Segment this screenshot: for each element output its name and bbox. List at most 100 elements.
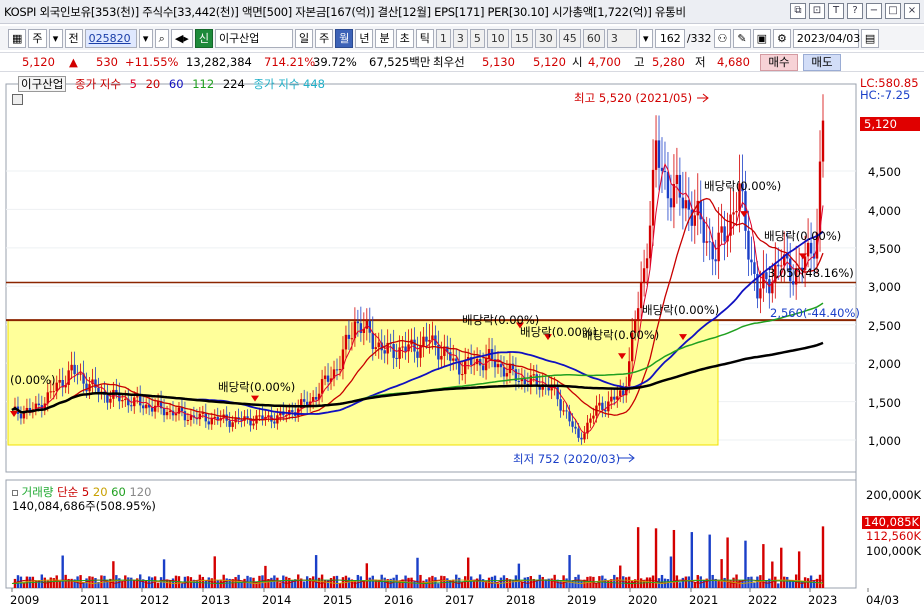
speaker-icon[interactable]: ◀▸: [170, 28, 193, 48]
period-minute[interactable]: 분: [375, 28, 394, 48]
price-change: 530: [96, 55, 118, 69]
volume-bar: [783, 576, 786, 588]
candle: [404, 346, 407, 352]
grid-icon[interactable]: ▦: [8, 28, 27, 48]
volume-bar: [285, 576, 288, 588]
collapse-icon[interactable]: [12, 490, 18, 496]
candle: [732, 212, 735, 215]
stock-info-text: KOSPI 외국인보유[353(천)] 주식수[33,442(천)] 액면[50…: [4, 4, 686, 19]
period-month[interactable]: 월: [335, 28, 354, 48]
volume-bar: [180, 583, 184, 588]
period-day[interactable]: 일: [294, 28, 314, 48]
volume-bar: [112, 561, 115, 588]
gear-icon[interactable]: ⚙: [773, 28, 791, 48]
x-tick-label: 2013: [201, 593, 231, 607]
interval-select[interactable]: 3: [606, 28, 637, 48]
search-icon[interactable]: ⌕: [154, 28, 169, 48]
volume-bar: [156, 582, 160, 588]
candle: [231, 422, 234, 427]
period-tick[interactable]: 틱: [415, 28, 434, 48]
volume-bar: [786, 576, 789, 588]
draw-icon[interactable]: ✎: [733, 28, 751, 48]
interval-3[interactable]: 3: [452, 28, 468, 48]
sell-button[interactable]: 매도: [803, 54, 841, 71]
volume-bar: [502, 575, 506, 588]
volume-bar: [690, 532, 694, 588]
hc-label: HC:-7.25: [860, 88, 911, 102]
calendar-icon[interactable]: ▤: [860, 28, 880, 48]
chevron-down-icon[interactable]: ▾: [138, 28, 153, 48]
candle: [598, 402, 601, 406]
buy-button[interactable]: 매수: [760, 54, 798, 71]
volume-bar: [669, 556, 673, 588]
help-icon[interactable]: ?: [847, 3, 863, 19]
interval-1[interactable]: 1: [435, 28, 451, 48]
price-chart-svg[interactable]: [0, 74, 924, 611]
volume-bar: [777, 583, 780, 588]
interval-10[interactable]: 10: [486, 28, 509, 48]
interval-60[interactable]: 60: [582, 28, 605, 48]
volume-ma-120: 120: [129, 485, 152, 499]
close-icon[interactable]: ×: [904, 3, 920, 19]
volume-bar: [538, 574, 541, 588]
period-week[interactable]: 주: [315, 28, 334, 48]
candle: [484, 358, 488, 371]
candle: [416, 351, 419, 358]
candle: [702, 219, 705, 243]
candle: [821, 120, 825, 162]
quote-bar: 5,120 ▲ 530 +11.55% 13,282,384 714.21% 3…: [0, 52, 924, 72]
candle: [452, 358, 455, 361]
table-icon[interactable]: [12, 94, 23, 105]
volume-bar: [771, 561, 774, 588]
volume-bar: [535, 581, 538, 588]
candle: [499, 364, 503, 368]
volume-ma-5: 5: [81, 485, 90, 499]
candle: [720, 226, 723, 233]
interval-30[interactable]: 30: [534, 28, 557, 48]
copy-icon[interactable]: ⧉: [790, 3, 806, 19]
interval-45[interactable]: 45: [558, 28, 581, 48]
pin-icon[interactable]: ⊡: [809, 3, 825, 19]
stock-label[interactable]: 이구산업: [18, 76, 67, 92]
candle: [714, 259, 717, 262]
volume-bar: [735, 574, 738, 588]
volume-bar: [818, 574, 822, 588]
t-icon[interactable]: T: [828, 3, 844, 19]
prev-button[interactable]: 전: [64, 28, 83, 48]
save-icon[interactable]: ▣: [752, 28, 772, 48]
volume-bar: [302, 581, 306, 588]
binoculars-icon[interactable]: ⚇: [713, 28, 732, 48]
count-input[interactable]: 162: [654, 28, 685, 48]
chevron-down-icon[interactable]: ▾: [638, 28, 653, 48]
ask-price: 5,130: [482, 55, 515, 69]
candle: [124, 398, 127, 401]
volume-bar: [279, 582, 282, 588]
stock-code-input[interactable]: 025820: [84, 28, 137, 48]
interval-15[interactable]: 15: [510, 28, 533, 48]
volume-bar: [282, 575, 285, 588]
chevron-down-icon[interactable]: ▾: [48, 28, 63, 48]
candle: [401, 346, 404, 348]
period-year[interactable]: 년: [355, 28, 374, 48]
candle: [654, 140, 658, 170]
candle: [52, 391, 55, 393]
date-input[interactable]: 2023/04/03: [792, 28, 860, 48]
candle: [189, 415, 193, 420]
interval-5[interactable]: 5: [469, 28, 485, 48]
minimize-icon[interactable]: −: [866, 3, 882, 19]
volume-bar: [40, 574, 44, 588]
candle: [228, 420, 231, 427]
candle: [657, 140, 661, 168]
period-second[interactable]: 초: [395, 28, 414, 48]
stock-name-field[interactable]: 이구산업: [214, 28, 293, 48]
volume-current-tag: 140,085K: [862, 515, 920, 529]
candle: [371, 332, 374, 350]
current-price: 5,120: [22, 55, 55, 69]
volume-bar: [198, 574, 202, 588]
period-select[interactable]: 주: [28, 28, 47, 48]
maximize-icon[interactable]: □: [885, 3, 901, 19]
chart-area[interactable]: 이구산업 종가 지수 5 20 60 112 224 종가 지수 448 LC:…: [0, 74, 924, 611]
x-tick-label: 2016: [384, 593, 414, 607]
candle: [750, 259, 753, 263]
volume-bar: [455, 574, 458, 588]
